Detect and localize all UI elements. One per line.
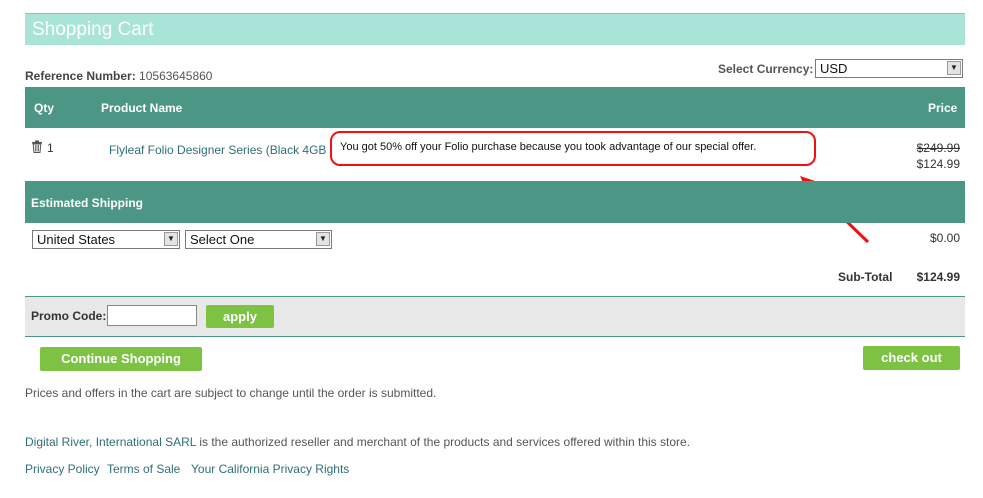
dropdown-arrow-icon: ▼	[316, 232, 330, 246]
country-select[interactable]: United States ▼	[32, 230, 180, 249]
product-header: Product Name	[101, 101, 183, 115]
discount-message: You got 50% off your Folio purchase beca…	[340, 141, 757, 153]
shipping-method-select[interactable]: Select One ▼	[185, 230, 332, 249]
footer-link-california-privacy[interactable]: Your California Privacy Rights	[191, 462, 349, 476]
item-qty: 1	[47, 141, 54, 155]
subtotal-label: Sub-Total	[838, 270, 893, 284]
dropdown-arrow-icon: ▼	[164, 232, 178, 246]
reference-value: 10563645860	[139, 69, 213, 83]
country-value: United States	[37, 232, 116, 247]
original-price: $249.99	[916, 141, 960, 155]
item-price: $124.99	[916, 157, 960, 171]
continue-shopping-button[interactable]: Continue Shopping	[40, 347, 202, 371]
promo-code-input[interactable]	[107, 305, 197, 326]
footer-link-privacy[interactable]: Privacy Policy	[25, 462, 100, 476]
reference-number: Reference Number: 10563645860	[25, 69, 212, 83]
reseller-text: is the authorized reseller and merchant …	[195, 435, 691, 449]
price-header: Price	[928, 101, 958, 115]
shipping-header: Estimated Shipping	[31, 196, 144, 210]
product-name-link[interactable]: Flyleaf Folio Designer Series (Black 4GB	[109, 143, 326, 157]
footer-link-terms[interactable]: Terms of Sale	[107, 462, 180, 476]
subtotal-value: $124.99	[916, 270, 960, 284]
reseller-notice: Digital River, International SARL is the…	[25, 435, 690, 449]
qty-header: Qty	[34, 101, 55, 115]
price-notice: Prices and offers in the cart are subjec…	[25, 386, 437, 400]
shipping-cost: $0.00	[929, 231, 960, 245]
apply-button[interactable]: apply	[206, 305, 274, 328]
trash-icon[interactable]	[31, 140, 43, 153]
page-header	[25, 13, 965, 45]
currency-select[interactable]: USD ▼	[815, 59, 963, 78]
currency-value: USD	[820, 61, 848, 76]
shipping-header-bar	[25, 181, 965, 223]
promo-label: Promo Code:	[31, 309, 107, 323]
checkout-button[interactable]: check out	[863, 346, 960, 370]
page-title: Shopping Cart	[32, 19, 154, 40]
reference-label: Reference Number:	[25, 69, 136, 83]
reseller-link[interactable]: Digital River, International SARL	[25, 435, 196, 449]
shipping-method-value: Select One	[190, 232, 255, 247]
dropdown-arrow-icon: ▼	[947, 61, 961, 75]
currency-label: Select Currency:	[718, 62, 814, 76]
